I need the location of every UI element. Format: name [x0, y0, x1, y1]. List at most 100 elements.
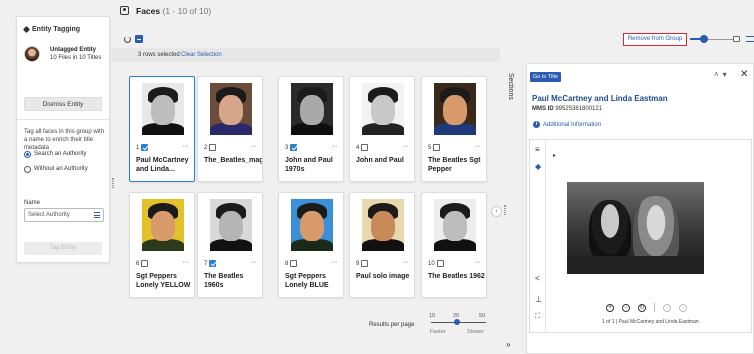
zoom-in-icon[interactable]: +	[606, 303, 614, 312]
face-thumbnail[interactable]	[362, 199, 404, 251]
card-number-text: 4	[356, 144, 360, 151]
rotate-icon[interactable]: ↻	[638, 303, 646, 312]
card-number-text: 3	[285, 144, 289, 151]
radio-unselected-icon[interactable]	[24, 166, 31, 173]
results-per-page-handle[interactable]	[454, 319, 460, 325]
more-options-icon[interactable]: ···	[332, 259, 338, 266]
expand-arrow-icon[interactable]: ▸	[553, 152, 556, 159]
fullscreen-icon[interactable]: ⛶	[535, 313, 540, 321]
prev-page-icon[interactable]: ‹	[663, 303, 671, 312]
face-card[interactable]: 2 ··· The_Beatles_magical_mystery_...	[197, 76, 263, 182]
person-left	[589, 200, 631, 260]
more-options-icon[interactable]: ···	[251, 259, 257, 266]
more-options-icon[interactable]: ···	[332, 143, 338, 150]
download-icon[interactable]: ⊥	[535, 295, 542, 304]
close-icon[interactable]: ✕	[740, 69, 748, 80]
rpp-option-10[interactable]: 10	[429, 313, 435, 319]
card-checkbox[interactable]	[141, 144, 149, 151]
zoom-max-icon[interactable]	[733, 36, 740, 42]
rpp-option-50[interactable]: 50	[479, 313, 485, 319]
menu-icon[interactable]: ≡	[535, 145, 540, 154]
view-menu-icon[interactable]	[746, 36, 754, 42]
card-checkbox[interactable]	[290, 144, 298, 151]
face-card[interactable]: 9 ··· Paul solo image	[349, 192, 415, 298]
radio-selected-icon[interactable]	[24, 151, 31, 158]
card-checkbox[interactable]	[433, 144, 441, 151]
face-card[interactable]: 4 ··· John and Paul	[349, 76, 415, 182]
more-options-icon[interactable]: ···	[403, 259, 409, 266]
list-icon[interactable]	[94, 212, 100, 218]
zoom-slider-handle[interactable]	[700, 35, 708, 43]
face-card[interactable]: 8 ··· Sgt Peppers Lonely BLUE	[278, 192, 344, 298]
more-options-icon[interactable]: ···	[183, 143, 189, 150]
face-thumbnail[interactable]	[142, 83, 184, 135]
card-checkbox[interactable]	[436, 260, 444, 267]
face-card[interactable]: 10 ··· The Beatles 1962	[421, 192, 487, 298]
card-number: 8	[285, 260, 298, 267]
chevron-down-icon[interactable]: ▾	[723, 70, 731, 79]
face	[443, 211, 467, 241]
next-page-icon[interactable]: ›	[679, 303, 687, 312]
card-checkbox[interactable]	[361, 260, 369, 267]
tag-icon[interactable]: ◆	[535, 162, 541, 171]
face-thumbnail[interactable]	[210, 83, 252, 135]
info-icon[interactable]: i	[533, 121, 540, 128]
chevron-up-icon[interactable]: ˄	[714, 70, 723, 79]
more-options-icon[interactable]: ···	[403, 143, 409, 150]
face-thumbnail[interactable]	[362, 83, 404, 135]
card-checkbox[interactable]	[361, 144, 369, 151]
face	[443, 95, 467, 125]
face	[371, 95, 395, 125]
more-options-icon[interactable]: ···	[475, 143, 481, 150]
go-to-title-button[interactable]: Go to Title	[530, 72, 561, 82]
additional-information-link[interactable]: Additional Information	[543, 122, 601, 128]
slower-label: Slower	[467, 329, 484, 335]
face-card[interactable]: 1 ··· Paul McCartney and Linda...	[129, 76, 195, 182]
select-all-checkbox[interactable]	[135, 35, 143, 43]
tag-entity-button[interactable]: Tag Entity	[24, 242, 102, 255]
face-card[interactable]: 6 ··· Sgt Peppers Lonely YELLOW	[129, 192, 195, 298]
clear-selection-link[interactable]: Clear Selection	[181, 52, 222, 58]
face-thumbnail[interactable]	[291, 83, 333, 135]
radio-search-authority[interactable]: Search an Authority	[24, 151, 106, 158]
face-card[interactable]: 3 ··· John and Paul 1970s	[278, 76, 344, 182]
more-options-icon[interactable]: ···	[475, 259, 481, 266]
card-checkbox[interactable]	[209, 144, 217, 151]
left-splitter-grip[interactable]	[112, 178, 114, 188]
more-options-icon[interactable]: ···	[251, 143, 257, 150]
face	[371, 211, 395, 241]
face-thumbnail[interactable]	[210, 199, 252, 251]
card-number: 5	[428, 144, 441, 151]
more-options-icon[interactable]: ···	[183, 259, 189, 266]
face-thumbnail[interactable]	[291, 199, 333, 251]
face	[219, 211, 243, 241]
share-icon[interactable]: <	[535, 274, 540, 283]
dismiss-entity-button[interactable]: Dismiss Entity	[24, 97, 102, 111]
card-checkbox[interactable]	[141, 260, 149, 267]
card-number-text: 10	[428, 260, 435, 267]
card-title: The Beatles Sgt Pepper	[428, 157, 481, 173]
refresh-icon[interactable]	[124, 36, 131, 43]
panel-nav-controls[interactable]: ˄▾	[714, 70, 731, 79]
face-thumbnail[interactable]	[434, 199, 476, 251]
radio-without-authority[interactable]: Without an Authority	[24, 166, 106, 173]
rpp-option-20[interactable]: 20	[453, 313, 459, 319]
double-chevron-right-icon[interactable]: »	[506, 340, 510, 349]
card-title: Paul McCartney and Linda...	[136, 157, 189, 173]
face-thumbnail[interactable]	[434, 83, 476, 135]
mms-id: MMS ID 9952538180012​1	[532, 106, 603, 112]
collapse-panel-button[interactable]: ‹	[491, 206, 502, 217]
right-splitter-grip[interactable]	[504, 205, 506, 215]
face-card[interactable]: 5 ··· The Beatles Sgt Pepper	[421, 76, 487, 182]
remove-from-group-button[interactable]: Remove from Group	[623, 33, 687, 46]
sections-tab[interactable]: Sections	[507, 73, 514, 100]
card-number: 3	[285, 144, 298, 151]
zoom-out-icon[interactable]: −	[622, 303, 630, 312]
face-card[interactable]: 7 ··· The Beatles 1960s	[197, 192, 263, 298]
card-checkbox[interactable]	[290, 260, 298, 267]
authority-select[interactable]: Select Authority	[24, 208, 104, 222]
photo-bottom	[567, 256, 704, 274]
face-thumbnail[interactable]	[142, 199, 184, 251]
card-number: 7	[204, 260, 217, 267]
card-checkbox[interactable]	[209, 260, 217, 267]
